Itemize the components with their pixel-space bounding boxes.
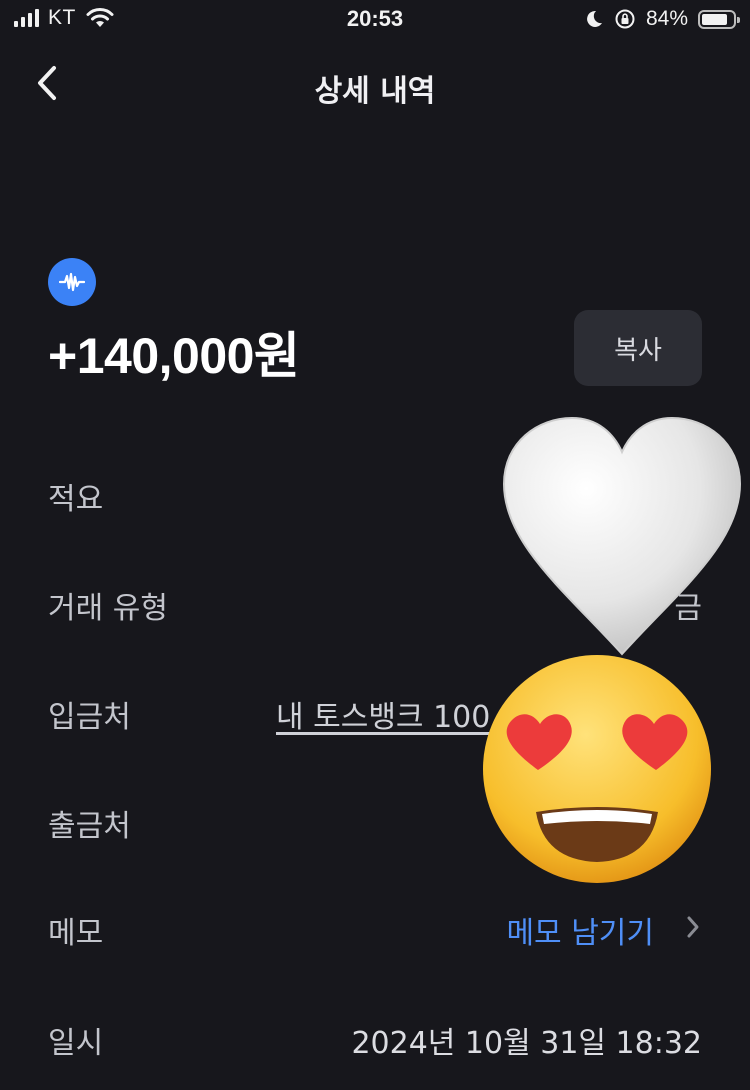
- detail-row-memo[interactable]: 메모 메모 남기기: [48, 900, 702, 952]
- detail-label: 일시: [48, 1026, 104, 1061]
- heart-eyes-emoji: [483, 655, 711, 883]
- white-heart-emoji: [502, 416, 742, 656]
- orientation-lock-icon: [615, 9, 635, 29]
- deposit-account-link[interactable]: 내 토스뱅크 100: [276, 692, 490, 736]
- memo-link[interactable]: 메모 남기기: [506, 908, 654, 952]
- copy-button[interactable]: 복사: [574, 310, 702, 386]
- status-bar: KT 20:53 84%: [0, 0, 750, 42]
- nav-bar: 상세 내역: [0, 50, 750, 116]
- battery-fill: [702, 13, 728, 25]
- detail-label: 출금처: [48, 809, 131, 844]
- battery-percent: 84%: [645, 7, 688, 30]
- detail-label: 거래 유형: [48, 591, 168, 626]
- moon-icon: [587, 10, 602, 27]
- toss-bank-icon: [48, 258, 96, 306]
- battery-icon: [698, 9, 740, 29]
- detail-value: 2024년 10월 31일 18:32: [351, 1026, 702, 1061]
- detail-label: 입금처: [48, 700, 131, 735]
- status-right: 84%: [584, 7, 740, 31]
- detail-label: 메모: [48, 916, 104, 951]
- chevron-right-icon: [687, 916, 699, 938]
- detail-label: 적요: [48, 482, 104, 517]
- transaction-amount: +140,000원: [48, 328, 300, 384]
- wave-icon: [59, 272, 85, 292]
- page-title: 상세 내역: [314, 74, 436, 109]
- detail-row-datetime: 일시 2024년 10월 31일 18:32: [48, 1010, 702, 1061]
